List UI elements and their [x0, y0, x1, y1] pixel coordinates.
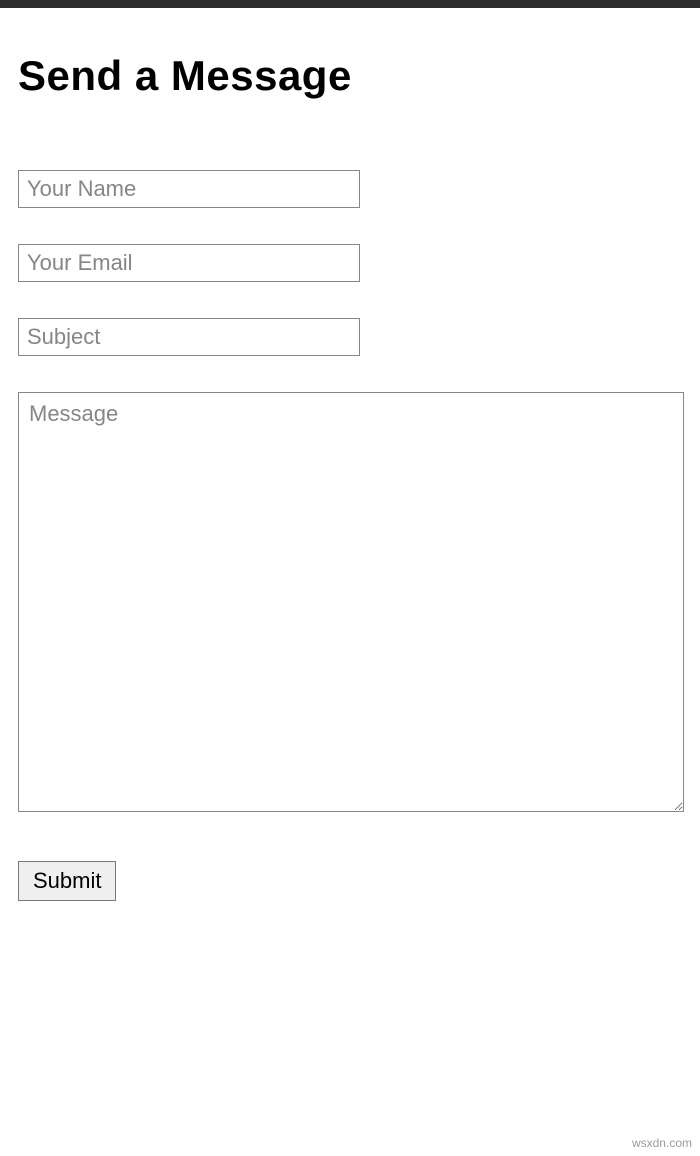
email-field-wrap: [18, 244, 682, 282]
submit-button[interactable]: Submit: [18, 861, 116, 901]
subject-input[interactable]: [18, 318, 360, 356]
message-field-wrap: [18, 392, 682, 817]
name-input[interactable]: [18, 170, 360, 208]
watermark-text: wsxdn.com: [632, 1136, 692, 1150]
email-input[interactable]: [18, 244, 360, 282]
page-title: Send a Message: [18, 52, 682, 100]
top-bar: [0, 0, 700, 8]
contact-form: Submit: [18, 170, 682, 901]
submit-wrap: Submit: [18, 861, 682, 901]
subject-field-wrap: [18, 318, 682, 356]
name-field-wrap: [18, 170, 682, 208]
page-content: Send a Message Submit: [0, 52, 700, 901]
message-textarea[interactable]: [18, 392, 684, 812]
